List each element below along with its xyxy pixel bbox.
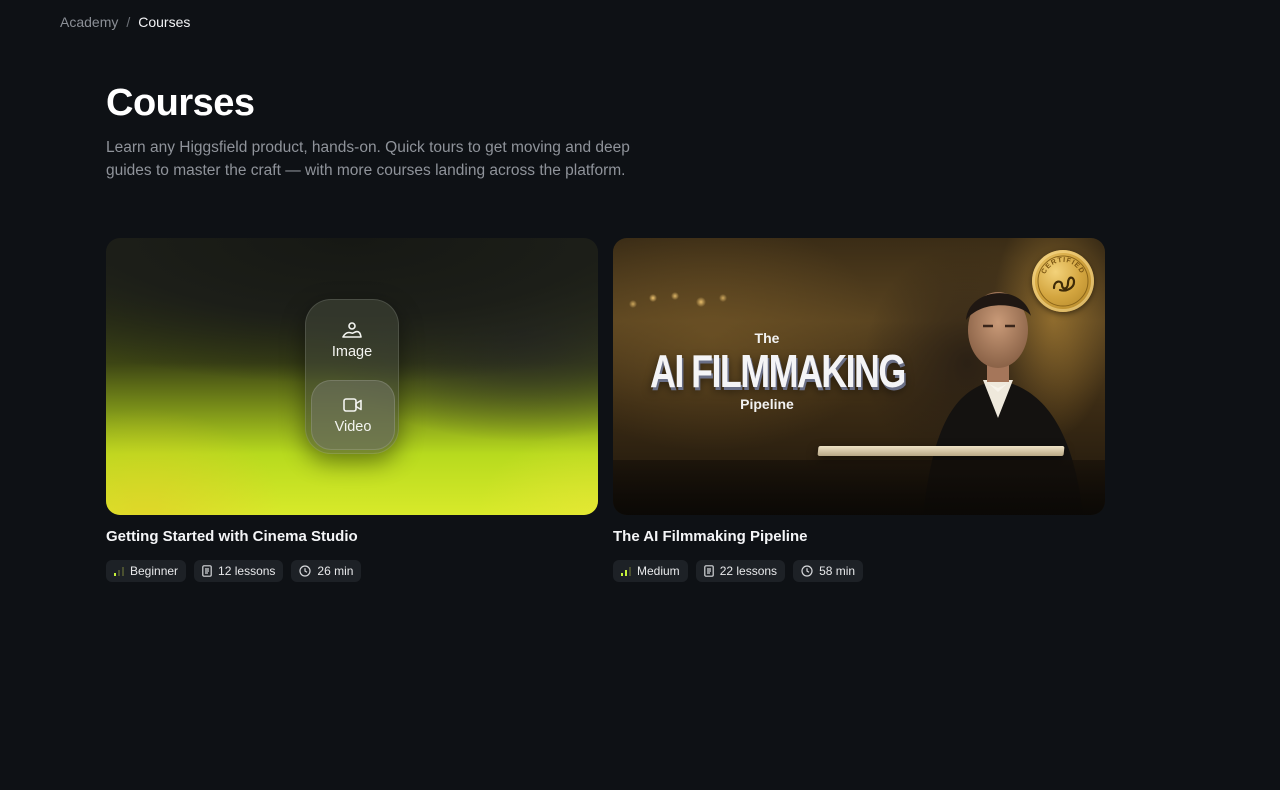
film-title-the: The: [754, 330, 780, 346]
breadcrumb-academy-link[interactable]: Academy: [60, 14, 118, 30]
breadcrumb-current: Courses: [138, 14, 191, 30]
music-stand: [817, 446, 1065, 456]
certified-badge: CERTIFIED: [1032, 250, 1094, 312]
signal-bars-icon: [114, 566, 124, 576]
course-thumbnail[interactable]: Image Video: [106, 238, 598, 515]
duration-chip: 26 min: [291, 560, 362, 582]
svg-text:CERTIFIED: CERTIFIED: [1041, 257, 1086, 275]
breadcrumb-separator: /: [126, 14, 131, 30]
mode-video-label: Video: [334, 418, 372, 435]
film-title-sub: Pipeline: [740, 396, 794, 412]
page-title: Courses: [106, 82, 255, 124]
squiggle-mark: [1052, 276, 1076, 292]
mode-switcher: Image Video: [305, 299, 399, 454]
course-meta: Beginner 12 lessons 26 min: [106, 560, 362, 582]
lessons-chip: 22 lessons: [695, 560, 786, 582]
signal-bars-icon: [621, 566, 631, 576]
lessons-chip: 12 lessons: [194, 560, 284, 582]
duration-label: 58 min: [819, 564, 856, 578]
page-subtitle: Learn any Higgsfield product, hands-on. …: [106, 139, 630, 179]
clock-icon: [801, 565, 813, 577]
film-title-overlay: The AI FILMMAKING Pipeline: [637, 330, 906, 412]
duration-chip: 58 min: [793, 560, 864, 582]
breadcrumb: Academy / Courses: [60, 14, 190, 30]
mode-video: Video: [311, 380, 395, 450]
video-icon: [342, 396, 364, 414]
reflection: [613, 460, 1105, 515]
mode-image-label: Image: [331, 343, 373, 360]
level-chip: Beginner: [106, 560, 187, 582]
course-card-ai-filmmaking[interactable]: The AI FILMMAKING Pipeline CERTIFIED The…: [613, 238, 1105, 582]
level-label: Medium: [637, 564, 680, 578]
lessons-label: 22 lessons: [719, 564, 778, 578]
level-label: Beginner: [130, 564, 179, 578]
mode-image: Image: [311, 306, 393, 374]
document-icon: [703, 565, 714, 577]
course-meta: Medium 22 lessons 58 min: [613, 560, 864, 582]
course-thumbnail[interactable]: The AI FILMMAKING Pipeline CERTIFIED: [613, 238, 1105, 515]
lessons-label: 12 lessons: [218, 564, 276, 578]
course-title[interactable]: Getting Started with Cinema Studio: [106, 528, 358, 545]
film-title-main: AI FILMMAKING: [650, 345, 906, 397]
image-icon: [341, 321, 363, 339]
clock-icon: [299, 565, 312, 577]
course-title[interactable]: The AI Filmmaking Pipeline: [613, 528, 807, 545]
document-icon: [202, 565, 212, 577]
level-chip: Medium: [613, 560, 688, 582]
course-card-cinema-studio[interactable]: Image Video Getting Started with Cinema …: [106, 238, 598, 582]
duration-label: 26 min: [317, 564, 354, 578]
